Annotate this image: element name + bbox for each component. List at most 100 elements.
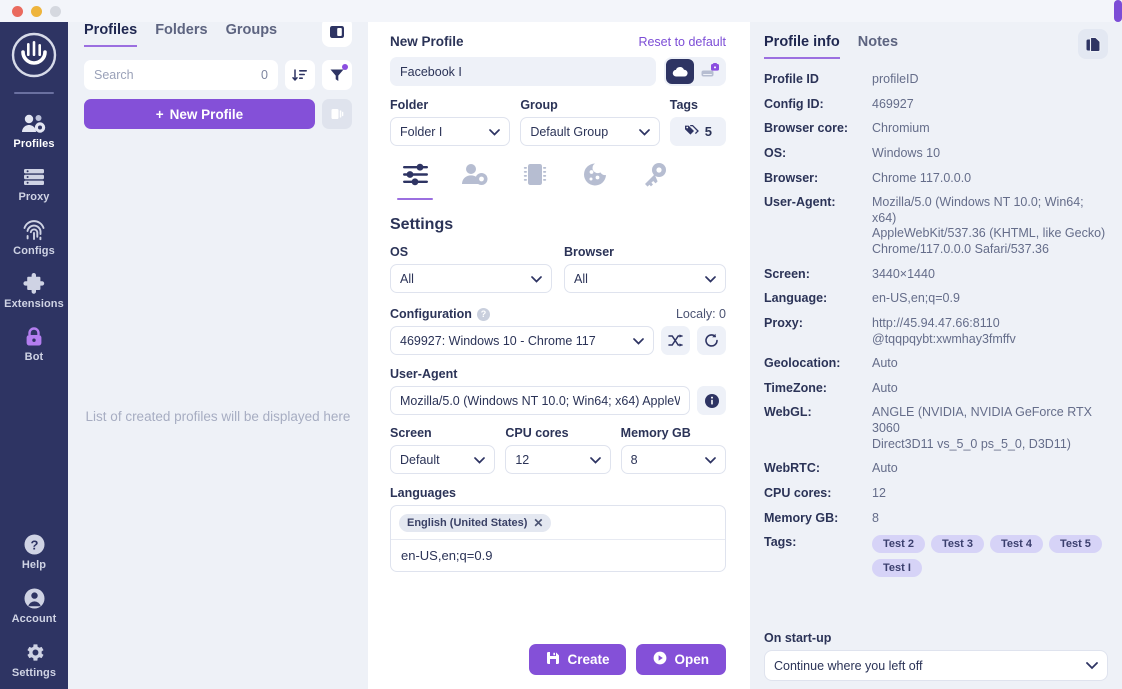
sidebar-item-help[interactable]: ? Help — [0, 524, 68, 578]
info-key: TimeZone: — [764, 380, 827, 395]
browser-field: Browser All — [564, 245, 726, 293]
sidebar-item-configs[interactable]: Configs — [0, 210, 68, 264]
tag-icon — [684, 124, 699, 140]
screen-cpu-memory-row: Screen Default CPU cores 12 Memory GB 8 — [390, 426, 726, 474]
play-icon — [653, 651, 667, 668]
sidebar-label: Configs — [13, 245, 55, 257]
server-lock-icon[interactable] — [696, 59, 724, 84]
help-tooltip-icon[interactable]: ? — [476, 307, 490, 321]
profile-form-panel: New Profile Reset to default Facebook I … — [368, 0, 750, 689]
info-key: WebGL: — [764, 405, 812, 420]
tab-passwords[interactable] — [636, 160, 674, 194]
tab-groups[interactable]: Groups — [226, 22, 278, 45]
sort-descending-icon[interactable] — [285, 60, 315, 90]
folder-label: Folder — [390, 98, 429, 112]
profile-name-input[interactable] — [390, 57, 656, 86]
window-scrollbar[interactable] — [1114, 0, 1122, 22]
sidebar-item-extensions[interactable]: Extensions — [0, 264, 68, 317]
language-chip-label: English (United States) — [407, 517, 528, 529]
help-icon: ? — [23, 533, 46, 556]
save-icon — [546, 651, 560, 668]
languages-value[interactable]: en-US,en;q=0.9 — [391, 540, 725, 571]
tag-chip[interactable]: Test I — [872, 559, 922, 578]
search-input[interactable] — [94, 68, 262, 82]
refresh-icon[interactable] — [697, 326, 726, 355]
tag-chip[interactable]: Test 5 — [1048, 535, 1102, 554]
info-value: Chromium — [872, 121, 930, 136]
memory-label: Memory GB — [620, 426, 691, 440]
cpu-cores-value: 12 — [515, 452, 530, 467]
group-field: Group Default Group — [520, 98, 660, 146]
os-select[interactable]: All — [390, 264, 552, 293]
screen-select[interactable]: Default — [390, 445, 496, 474]
open-label: Open — [674, 652, 709, 667]
language-chip[interactable]: English (United States) ✕ — [399, 514, 552, 532]
new-profile-button[interactable]: + New Profile — [84, 99, 315, 129]
info-value: Mozilla/5.0 (Windows NT 10.0; Win64; x64… — [872, 195, 1106, 256]
info-value: 3440×1440 — [872, 266, 935, 281]
shuffle-icon[interactable] — [661, 326, 690, 355]
info-value: profileID — [872, 72, 919, 86]
tags-button[interactable]: 5 — [669, 117, 726, 146]
cpu-cores-select[interactable]: 12 — [505, 445, 611, 474]
tab-notes[interactable]: Notes — [858, 34, 898, 57]
group-select[interactable]: Default Group — [520, 117, 660, 146]
reset-to-default-link[interactable]: Reset to default — [638, 35, 726, 49]
tab-profiles[interactable]: Profiles — [84, 22, 138, 47]
tab-sliders[interactable] — [396, 160, 434, 200]
tab-user-settings[interactable] — [456, 160, 494, 194]
info-icon[interactable] — [697, 386, 726, 415]
browser-select[interactable]: All — [564, 264, 726, 293]
configuration-select[interactable]: 469927: Windows 10 - Chrome 117 — [390, 326, 654, 355]
tag-chip[interactable]: Test 3 — [930, 535, 984, 554]
tab-cookies[interactable] — [576, 160, 614, 194]
info-row: Memory GB: 8 — [764, 511, 1108, 527]
sidebar-item-bot[interactable]: Bot — [0, 317, 68, 370]
filter-icon[interactable] — [322, 60, 352, 90]
panel-collapse-icon[interactable] — [322, 99, 352, 129]
chip-icon — [522, 162, 548, 192]
user-agent-input[interactable] — [390, 386, 690, 415]
sidebar-divider — [14, 92, 54, 94]
maximize-window-button[interactable] — [50, 6, 61, 17]
info-key: Profile ID — [764, 72, 819, 86]
configuration-header: Configuration ? Localy: 0 — [390, 307, 726, 321]
tag-chip[interactable]: Test 2 — [872, 535, 925, 554]
memory-select[interactable]: 8 — [620, 445, 726, 474]
info-value: http://45.94.47.66:8110 @tqqpqybt:xwmhay… — [872, 315, 1016, 346]
tag-chip[interactable]: Test 4 — [989, 535, 1043, 554]
tab-hardware[interactable] — [516, 160, 554, 194]
plus-icon: + — [155, 106, 164, 122]
os-field: OS All — [390, 245, 552, 293]
search-input-wrapper[interactable]: 0 — [84, 60, 278, 90]
sidebar-item-account[interactable]: Account — [0, 578, 68, 632]
tab-folders[interactable]: Folders — [155, 22, 207, 45]
cookie-icon — [582, 162, 608, 192]
create-button[interactable]: Create — [529, 644, 627, 675]
sidebar-item-proxy[interactable]: Proxy — [0, 157, 68, 210]
new-profile-label: New Profile — [169, 106, 244, 122]
open-button[interactable]: Open — [636, 644, 726, 675]
info-row: Browser: Chrome 117.0.0.0 — [764, 171, 1108, 187]
folder-select[interactable]: Folder I — [390, 117, 511, 146]
empty-state-message: List of created profiles will be display… — [85, 409, 351, 424]
sidebar-label: Account — [11, 613, 57, 625]
profile-info-panel: Profile info Notes Profile ID profileID C… — [750, 0, 1122, 689]
copy-icon[interactable] — [1078, 29, 1108, 59]
fingerprint-icon — [22, 219, 46, 242]
language-chip-row: English (United States) ✕ — [391, 506, 725, 540]
chevron-down-icon — [631, 125, 650, 139]
chevron-down-icon — [1078, 659, 1098, 673]
minimize-window-button[interactable] — [31, 6, 42, 17]
info-row: Browser core: Chromium — [764, 121, 1108, 137]
cloud-icon[interactable] — [666, 59, 694, 84]
memory-field: Memory GB 8 — [620, 426, 726, 474]
close-window-button[interactable] — [12, 6, 23, 17]
tab-profile-info[interactable]: Profile info — [764, 34, 840, 59]
close-icon[interactable]: ✕ — [533, 517, 543, 529]
group-label: Group — [520, 98, 558, 112]
sidebar-item-settings[interactable]: Settings — [0, 632, 68, 689]
startup-select[interactable]: Continue where you left off — [764, 650, 1108, 681]
sidebar-item-profiles[interactable]: Profiles — [0, 104, 68, 157]
titlebar — [0, 0, 1122, 22]
